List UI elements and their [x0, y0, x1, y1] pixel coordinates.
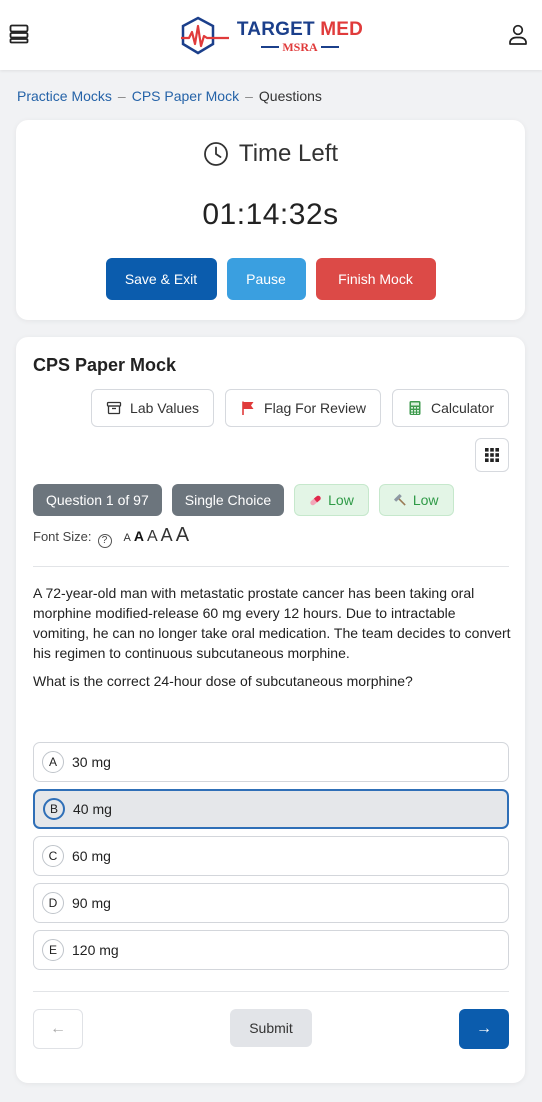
hammer-icon [394, 493, 406, 506]
help-icon[interactable]: ? [97, 533, 112, 548]
question-card: CPS Paper Mock Lab Values Flag For Revie… [16, 337, 525, 1083]
next-question-button[interactable]: → [459, 1009, 509, 1049]
option-text: 120 mg [72, 942, 119, 958]
calculator-icon [409, 401, 421, 415]
logo[interactable]: TARGET MED MSRA [179, 16, 363, 56]
question-scenario: A 72-year-old man with metastatic prosta… [33, 585, 511, 661]
rating-badge: Low [378, 484, 454, 516]
answer-options: A 30 mg B 40 mg C 60 mg D 90 mg E 120 mg [33, 742, 509, 970]
font-size-option-md[interactable]: A [147, 528, 158, 546]
question-badges: Question 1 of 97 Single Choice Low Low [33, 484, 454, 516]
difficulty-label: Low [328, 492, 354, 508]
logo-heartbeat-icon [180, 16, 229, 55]
breadcrumb-cps-paper-mock[interactable]: CPS Paper Mock [132, 88, 239, 104]
divider [33, 991, 509, 992]
option-text: 60 mg [72, 848, 111, 864]
option-letter: C [42, 845, 64, 867]
lab-values-button[interactable]: Lab Values [91, 389, 215, 427]
difficulty-badge: Low [294, 484, 369, 516]
answer-option-c[interactable]: C 60 mg [33, 836, 509, 876]
breadcrumb: Practice Mocks – CPS Paper Mock – Questi… [17, 88, 322, 104]
breadcrumb-separator: – [245, 88, 253, 104]
previous-question-button[interactable]: ← [33, 1009, 83, 1049]
flag-for-review-button[interactable]: Flag For Review [225, 389, 381, 427]
logo-subtext: MSRA [282, 39, 318, 54]
answer-option-a[interactable]: A 30 mg [33, 742, 509, 782]
pill-icon [310, 495, 321, 505]
question-prompt: What is the correct 24-hour dose of subc… [33, 673, 413, 689]
timer-value: 01:14:32s [202, 198, 339, 231]
answer-option-e[interactable]: E 120 mg [33, 930, 509, 970]
flag-for-review-label: Flag For Review [264, 400, 366, 416]
user-icon[interactable] [508, 24, 528, 46]
option-text: 40 mg [73, 801, 112, 817]
font-size-label: Font Size: [33, 529, 92, 544]
calculator-label: Calculator [430, 400, 494, 416]
time-left-heading: Time Left [16, 140, 525, 168]
option-letter: E [42, 939, 64, 961]
save-exit-button[interactable]: Save & Exit [105, 258, 217, 300]
font-size-option-sm[interactable]: A [134, 528, 144, 544]
pause-button[interactable]: Pause [226, 258, 306, 300]
breadcrumb-separator: – [117, 88, 126, 104]
answer-option-b[interactable]: B 40 mg [33, 789, 509, 829]
timer-card: Time Left 01:14:32s Save & Exit Pause Fi… [16, 120, 525, 320]
arrow-left-icon: ← [50, 1020, 66, 1037]
question-grid-button[interactable] [475, 438, 509, 472]
font-size-control: Font Size: ? A A A A A [33, 524, 189, 548]
submit-button[interactable]: Submit [230, 1009, 312, 1047]
breadcrumb-current: Questions [258, 88, 322, 104]
logo-text-target: TARGET [236, 18, 315, 40]
time-left-label: Time Left [238, 140, 339, 167]
question-count-badge: Question 1 of 97 [33, 484, 162, 516]
font-size-option-xl[interactable]: A [176, 524, 189, 547]
option-letter: A [42, 751, 64, 773]
font-size-option-xs[interactable]: A [124, 532, 131, 544]
grid-icon [485, 448, 499, 462]
logo-text-med: MED [320, 18, 364, 40]
option-letter: D [42, 892, 64, 914]
option-text: 90 mg [72, 895, 111, 911]
breadcrumb-practice-mocks[interactable]: Practice Mocks [17, 88, 112, 104]
toolbar: Lab Values Flag For Review Calculator [91, 389, 509, 427]
arrow-right-icon: → [476, 1020, 492, 1037]
divider [33, 566, 509, 567]
rating-label: Low [412, 492, 439, 508]
menu-icon[interactable] [9, 24, 29, 44]
mock-title: CPS Paper Mock [33, 355, 177, 375]
top-bar: TARGET MED MSRA [0, 0, 542, 70]
option-letter: B [43, 798, 65, 820]
calculator-button[interactable]: Calculator [391, 389, 509, 427]
archive-icon [106, 401, 122, 415]
question-stem: A 72-year-old man with metastatic prosta… [33, 583, 511, 699]
lab-values-label: Lab Values [130, 400, 200, 416]
font-size-option-lg[interactable]: A [161, 525, 173, 546]
flag-icon [242, 401, 254, 415]
answer-option-d[interactable]: D 90 mg [33, 883, 509, 923]
option-text: 30 mg [72, 754, 111, 770]
question-type-badge: Single Choice [171, 484, 285, 516]
finish-mock-button[interactable]: Finish Mock [315, 258, 436, 300]
clock-icon [204, 142, 228, 166]
